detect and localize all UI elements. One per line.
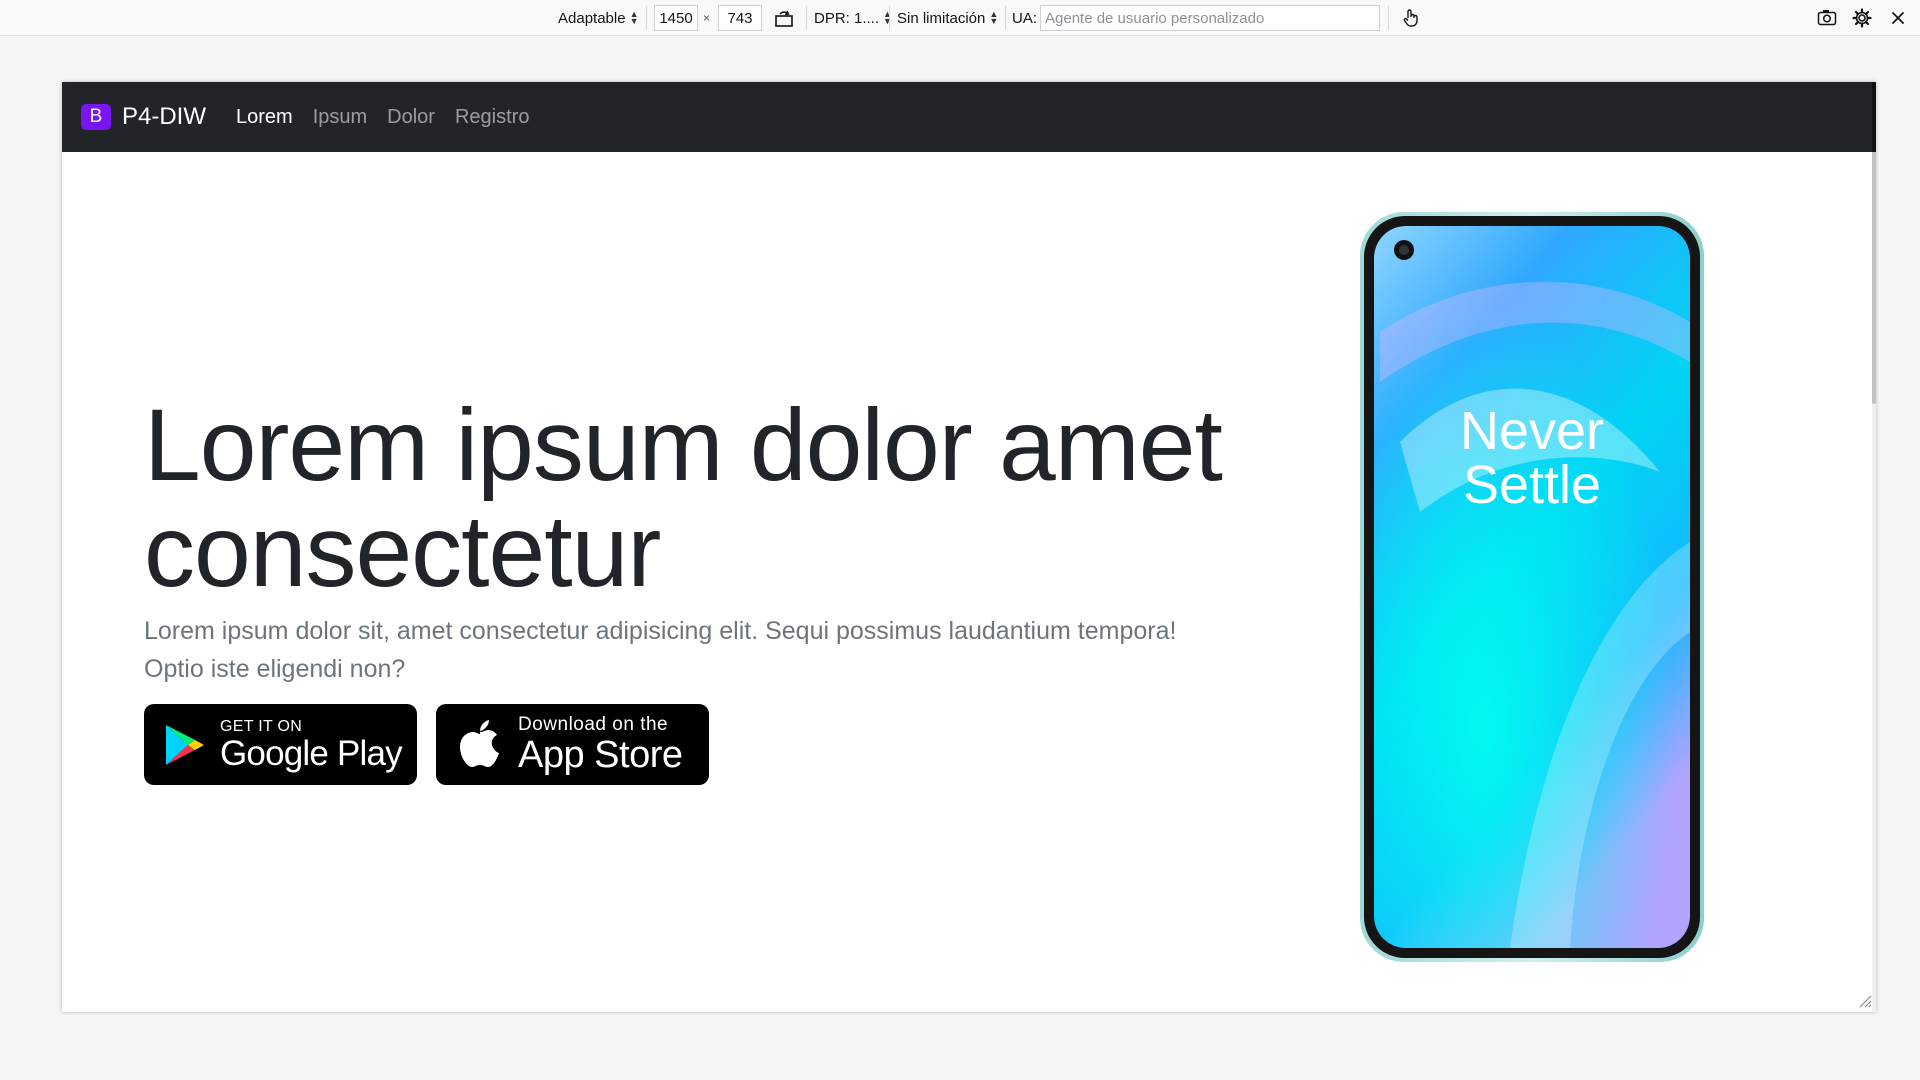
toolbar-divider (806, 6, 807, 30)
google-play-small-text: GET IT ON (220, 718, 303, 735)
select-arrows-icon: ▲ ▼ (989, 9, 999, 26)
google-play-icon (166, 724, 204, 765)
app-store-button[interactable]: Download on the App Store (436, 704, 709, 785)
settings-icon[interactable] (1850, 6, 1874, 30)
brand-name: P4-DIW (122, 103, 206, 130)
width-value: 1450 (659, 9, 693, 27)
bootstrap-logo-icon: B (81, 104, 111, 130)
touch-simulation-icon[interactable] (1399, 6, 1423, 30)
device-select-label: Adaptable (558, 9, 626, 27)
height-value: 743 (727, 9, 753, 27)
height-input[interactable]: 743 (718, 5, 762, 31)
select-arrows-icon: ▲ ▼ (883, 9, 892, 26)
device-select[interactable]: Adaptable ▲ ▼ (558, 0, 638, 36)
app-store-big-text: App Store (518, 733, 683, 776)
user-agent-input[interactable]: Agente de usuario personalizado (1040, 5, 1380, 31)
rotate-icon[interactable] (772, 6, 796, 30)
responsive-toolbar: Adaptable ▲ ▼ 1450 × 743 DPR: 1.... ▲ ▼ Si… (0, 0, 1920, 36)
nav-link-dolor[interactable]: Dolor (387, 106, 435, 129)
width-input[interactable]: 1450 (654, 5, 698, 31)
phone-image: Never Settle (1360, 212, 1704, 962)
resize-handle-icon[interactable] (1856, 992, 1872, 1008)
screenshot-icon[interactable] (1815, 6, 1839, 30)
page-scrollbar[interactable] (1872, 82, 1876, 1012)
dpr-select[interactable]: DPR: 1.... ▲ ▼ (814, 0, 892, 36)
nav-link-registro[interactable]: Registro (455, 106, 529, 129)
phone-screen-text-line1: Never (1460, 401, 1604, 461)
ua-label: UA: (1012, 9, 1038, 27)
apple-logo-icon (460, 719, 499, 767)
close-icon[interactable] (1886, 6, 1910, 30)
emulated-viewport: B P4-DIW Lorem Ipsum Dolor Registro Lore… (62, 82, 1876, 1012)
hero-title: Lorem ipsum dolor amet consectetur (144, 388, 1223, 608)
dpr-label: DPR: 1.... (814, 9, 880, 27)
dimension-separator: × (703, 11, 711, 25)
throttle-label: Sin limitación (897, 9, 986, 27)
user-agent-placeholder: Agente de usuario personalizado (1045, 9, 1265, 27)
navbar: B P4-DIW Lorem Ipsum Dolor Registro (62, 82, 1872, 152)
toolbar-divider (1388, 6, 1389, 30)
app-store-small-text: Download on the (518, 713, 669, 735)
throttle-select[interactable]: Sin limitación ▲ ▼ (897, 0, 998, 36)
toolbar-divider (1005, 6, 1006, 30)
brand[interactable]: B P4-DIW (81, 103, 206, 131)
phone-screen-text-line2: Settle (1463, 455, 1601, 515)
scrollbar-top-segment (1872, 82, 1876, 152)
nav-link-lorem[interactable]: Lorem (236, 106, 293, 129)
select-arrows-icon: ▲ ▼ (629, 9, 639, 26)
google-play-button[interactable]: GET IT ON Google Play (144, 704, 417, 785)
nav-link-ipsum[interactable]: Ipsum (313, 106, 367, 129)
hero-lead: Lorem ipsum dolor sit, amet consectetur … (144, 617, 1177, 683)
nav-links: Lorem Ipsum Dolor Registro (236, 106, 549, 129)
toolbar-divider (646, 6, 647, 30)
google-play-big-text: Google Play (220, 734, 403, 773)
toolbar-divider (889, 6, 890, 30)
